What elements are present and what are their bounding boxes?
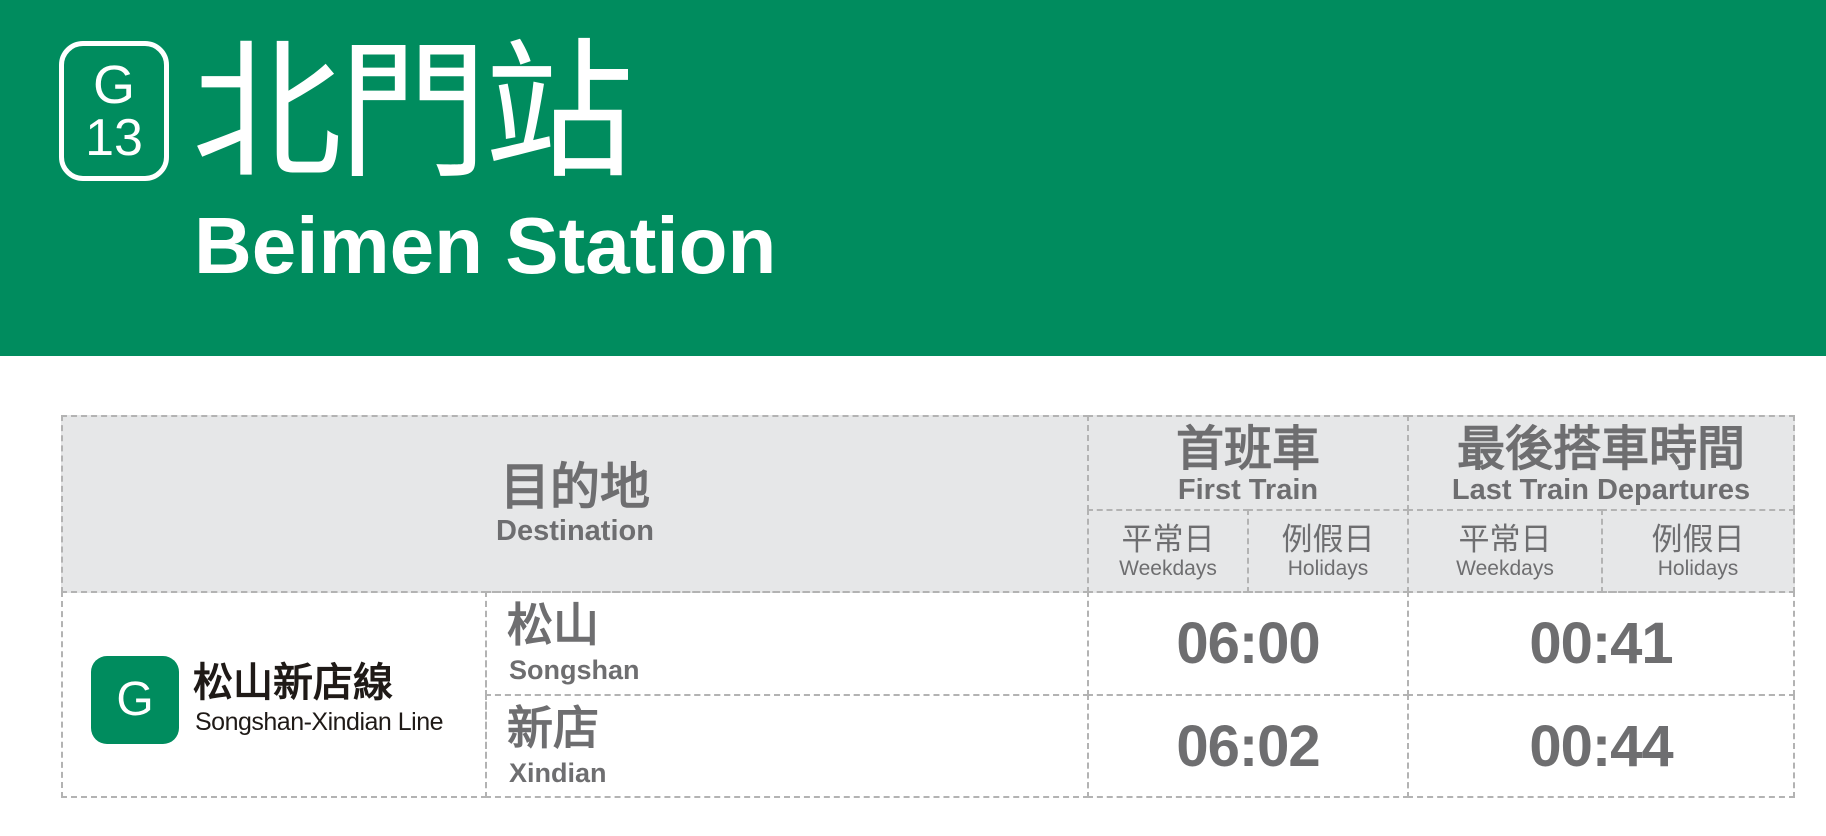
last-train-holidays-header: 例假日 Holidays [1601, 509, 1795, 593]
last-train-header-zh: 最後搭車時間 [1456, 421, 1745, 477]
first-train-header: 首班車 First Train [1087, 415, 1409, 511]
destination-header-en: Destination [496, 515, 654, 547]
destination-header-zh: 目的地 [500, 458, 650, 516]
weekdays-label-zh: 平常日 [1458, 522, 1552, 558]
station-number: 13 [85, 109, 143, 167]
first-train-header-zh: 首班車 [1175, 421, 1320, 477]
holidays-label-zh: 例假日 [1281, 522, 1375, 558]
first-train-weekdays-header: 平常日 Weekdays [1087, 509, 1249, 593]
last-train-weekdays-header: 平常日 Weekdays [1407, 509, 1603, 593]
line-name-en: Songshan-Xindian Line [195, 708, 444, 736]
destination-row-songshan: 松山 Songshan [485, 591, 1089, 696]
line-g-icon: G [91, 656, 179, 744]
line-code: G [92, 55, 135, 115]
destination-header: 目的地 Destination [61, 415, 1089, 593]
destination-name-zh: 松山 [507, 598, 599, 652]
line-name-zh: 松山新店線 [193, 660, 393, 706]
holidays-label-zh: 例假日 [1651, 522, 1745, 558]
weekdays-label-zh: 平常日 [1121, 522, 1215, 558]
holidays-label-en: Holidays [1287, 557, 1369, 580]
last-train-header: 最後搭車時間 Last Train Departures [1407, 415, 1795, 511]
destination-row-xindian: 新店 Xindian [485, 694, 1089, 798]
station-header: G 13 北門站 Beimen Station [0, 0, 1826, 356]
first-train-time-xindian: 06:02 [1087, 694, 1409, 798]
station-number-badge: G 13 [59, 41, 169, 181]
station-name-english: Beimen Station [194, 201, 777, 290]
destination-name-zh: 新店 [507, 701, 599, 755]
destination-name-en: Songshan [509, 655, 640, 685]
timetable: 目的地 Destination 首班車 First Train 最後搭車時間 L… [61, 415, 1795, 798]
destination-name-en: Xindian [509, 758, 607, 788]
station-name-chinese: 北門站 [192, 26, 634, 200]
line-cell: G 松山新店線 Songshan-Xindian Line [61, 591, 487, 798]
first-train-header-en: First Train [1177, 474, 1319, 506]
first-train-holidays-header: 例假日 Holidays [1247, 509, 1409, 593]
last-train-time-xindian: 00:44 [1407, 694, 1795, 798]
weekdays-label-en: Weekdays [1119, 557, 1217, 580]
holidays-label-en: Holidays [1657, 557, 1739, 580]
first-train-time-songshan: 06:00 [1087, 591, 1409, 696]
last-train-header-en: Last Train Departures [1451, 474, 1751, 506]
weekdays-label-en: Weekdays [1456, 557, 1554, 580]
last-train-time-songshan: 00:41 [1407, 591, 1795, 696]
